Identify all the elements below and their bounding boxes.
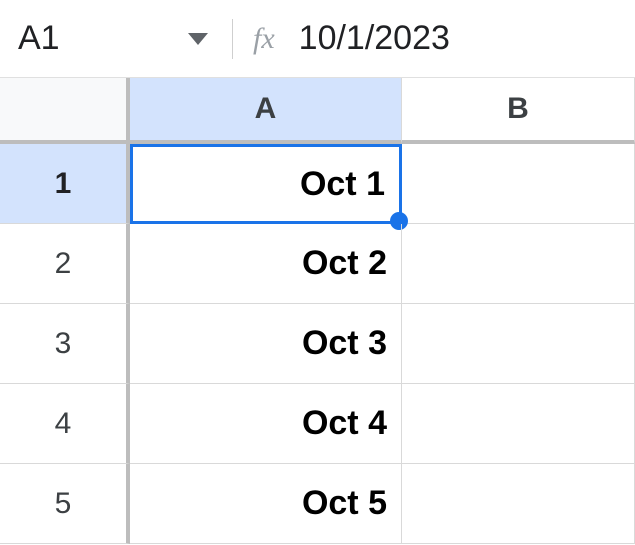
- cell-B5[interactable]: [402, 464, 635, 544]
- cell-A5[interactable]: Oct 5: [130, 464, 402, 544]
- row-header-2[interactable]: 2: [0, 224, 130, 304]
- cell-B4[interactable]: [402, 384, 635, 464]
- divider: [232, 19, 233, 59]
- cell-A2[interactable]: Oct 2: [130, 224, 402, 304]
- name-box-value: A1: [18, 19, 60, 58]
- formula-bar: A1 fx 10/1/2023: [0, 0, 635, 78]
- cell-A1[interactable]: Oct 1: [130, 144, 402, 224]
- cell-B2[interactable]: [402, 224, 635, 304]
- cell-value: Oct 4: [302, 404, 387, 443]
- cell-value: Oct 5: [302, 484, 387, 523]
- fx-icon: fx: [253, 22, 275, 56]
- select-all-corner[interactable]: [0, 78, 130, 144]
- cell-B3[interactable]: [402, 304, 635, 384]
- cell-B1[interactable]: [402, 144, 635, 224]
- cell-value: Oct 1: [300, 165, 385, 204]
- column-header-A[interactable]: A: [130, 78, 402, 144]
- row-header-3[interactable]: 3: [0, 304, 130, 384]
- row-header-1[interactable]: 1: [0, 144, 130, 224]
- cell-A3[interactable]: Oct 3: [130, 304, 402, 384]
- row-header-4[interactable]: 4: [0, 384, 130, 464]
- column-header-B[interactable]: B: [402, 78, 635, 144]
- cell-A4[interactable]: Oct 4: [130, 384, 402, 464]
- name-box-dropdown-icon[interactable]: [188, 33, 208, 45]
- formula-input[interactable]: 10/1/2023: [299, 19, 617, 58]
- cell-value: Oct 2: [302, 244, 387, 283]
- cell-value: Oct 3: [302, 324, 387, 363]
- spreadsheet-grid: A B 1 Oct 1 2 Oct 2 3 Oct 3 4 Oct 4 5 Oc…: [0, 78, 635, 544]
- name-box[interactable]: A1: [18, 19, 218, 58]
- row-header-5[interactable]: 5: [0, 464, 130, 544]
